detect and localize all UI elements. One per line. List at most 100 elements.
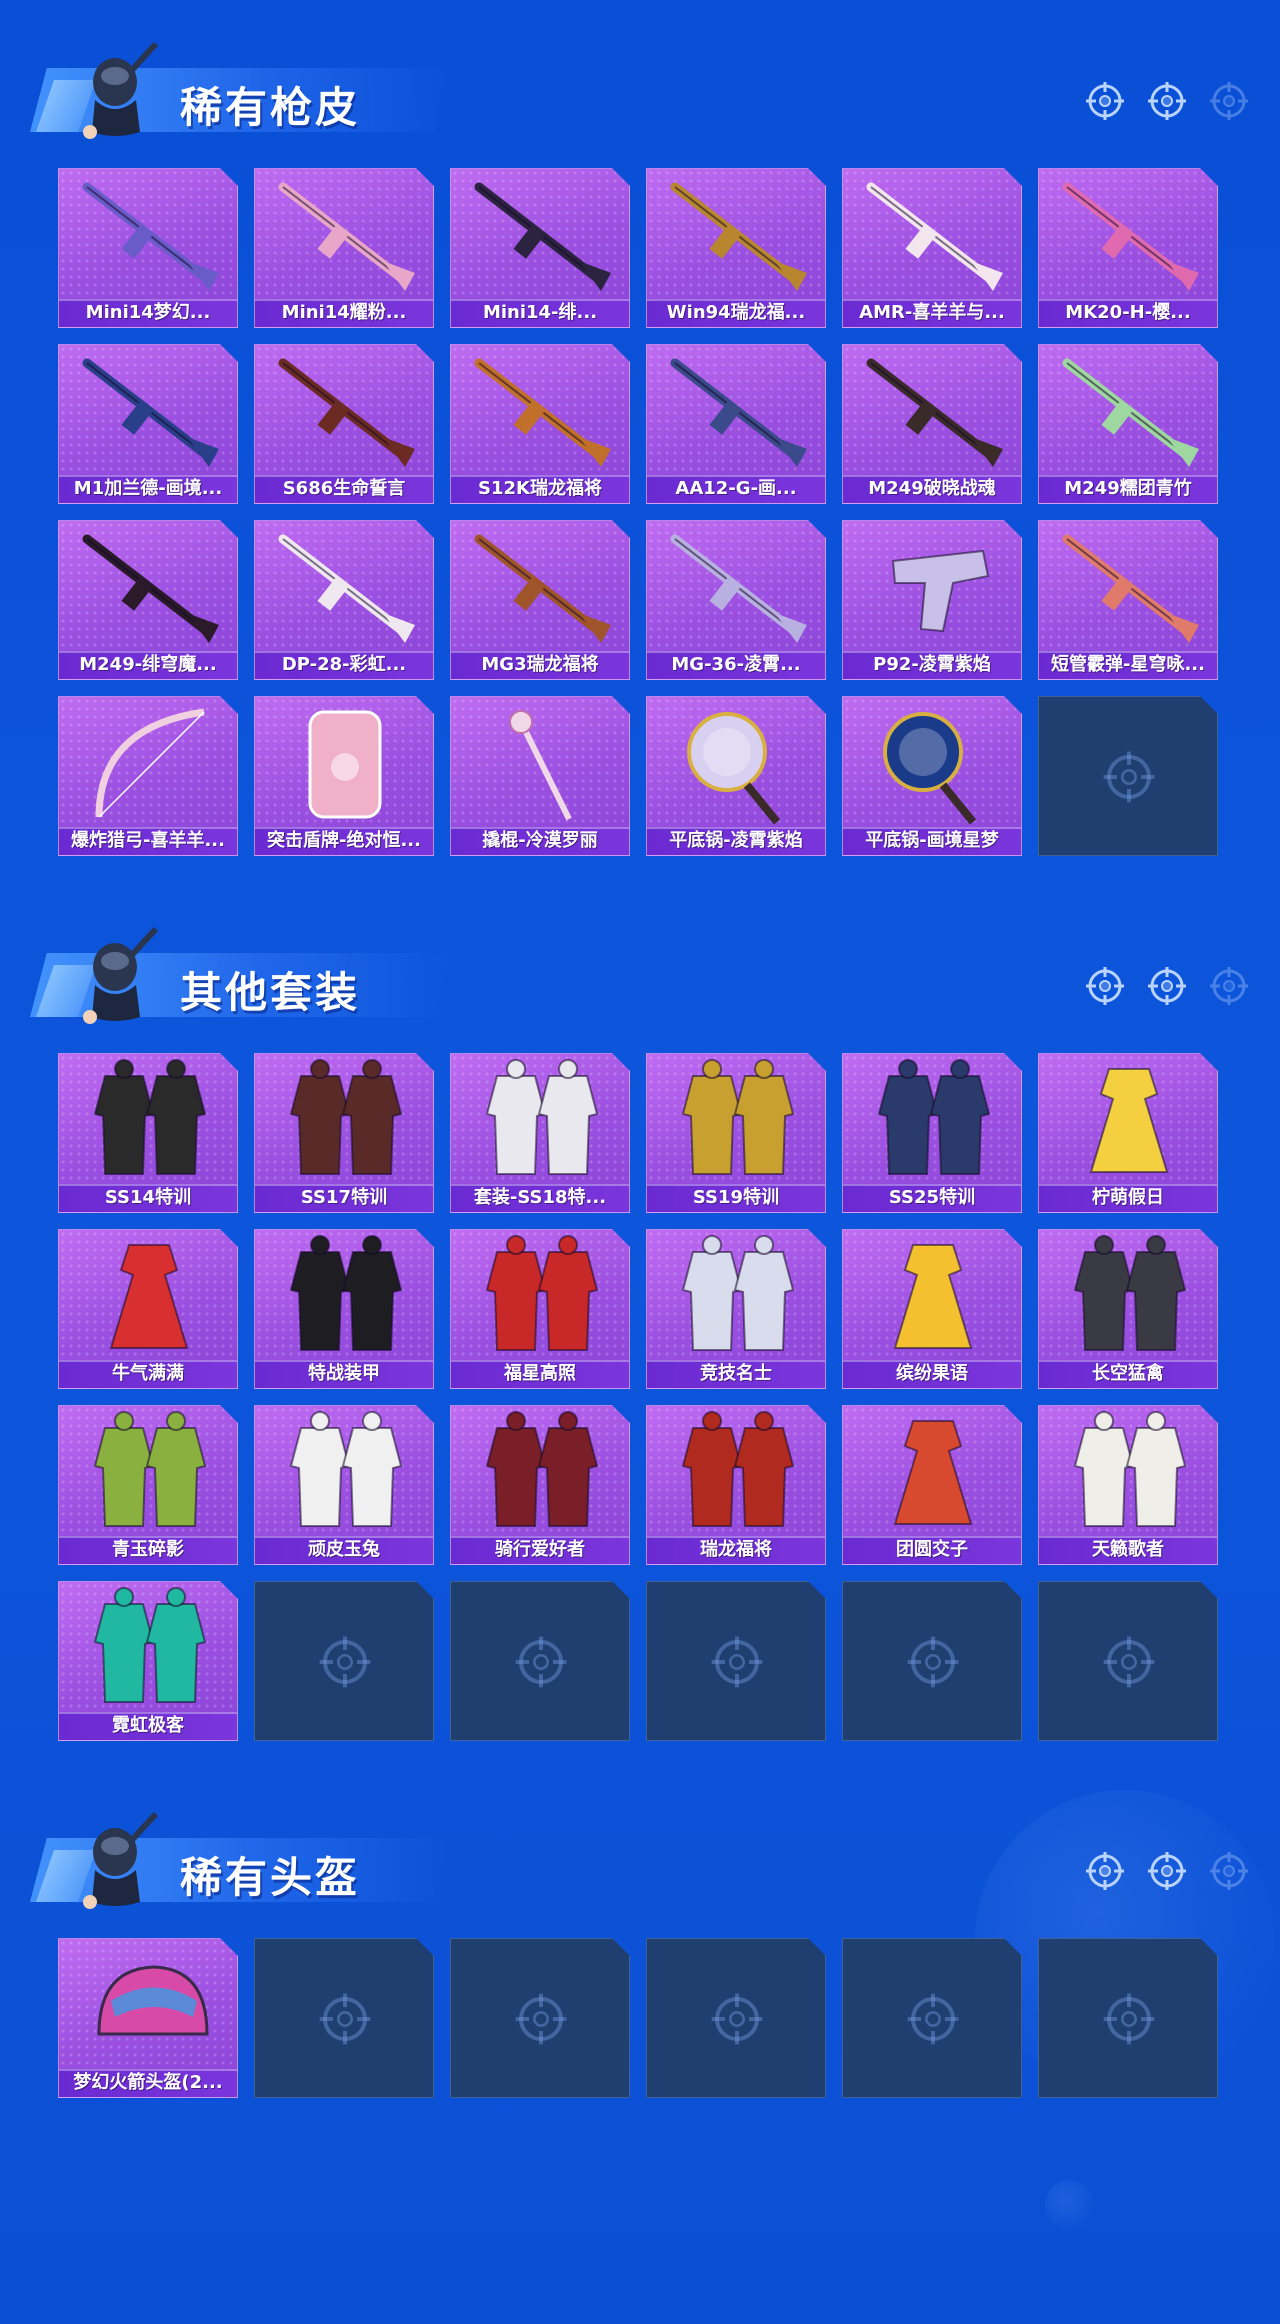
item-card[interactable]: 爆炸猎弓-喜羊羊... bbox=[58, 696, 238, 856]
item-card[interactable]: Mini14-绯... bbox=[450, 168, 630, 328]
item-card[interactable]: 牛气满满 bbox=[58, 1229, 238, 1389]
item-label: DP-28-彩虹... bbox=[255, 651, 433, 679]
item-grid: Mini14梦幻... Mini14耀粉... Mini14-绯... Win94瑞龙… bbox=[58, 168, 1218, 856]
crosshair-icon bbox=[513, 1634, 569, 1690]
item-card[interactable]: M249破晓战魂 bbox=[842, 344, 1022, 504]
item-card[interactable]: SS17特训 bbox=[254, 1053, 434, 1213]
empty-slot bbox=[1038, 696, 1218, 856]
section-other-outfits: 其他套装 SS14特训 SS17特训 套装-SS18特... SS19特训 SS25特训… bbox=[0, 925, 1280, 1785]
rifle-icon bbox=[451, 521, 630, 653]
crosshair-icon bbox=[317, 1991, 373, 2047]
item-card[interactable]: Mini14耀粉... bbox=[254, 168, 434, 328]
item-card[interactable]: M249糯团青竹 bbox=[1038, 344, 1218, 504]
item-card[interactable]: 缤纷果语 bbox=[842, 1229, 1022, 1389]
item-card[interactable]: DP-28-彩虹... bbox=[254, 520, 434, 680]
item-card[interactable]: M1加兰德-画境... bbox=[58, 344, 238, 504]
item-label: 团圆交子 bbox=[843, 1536, 1021, 1564]
rifle-icon bbox=[843, 345, 1022, 477]
item-card[interactable]: 撬棍-冷漠罗丽 bbox=[450, 696, 630, 856]
item-card[interactable]: SS19特训 bbox=[646, 1053, 826, 1213]
item-label: 天籁歌者 bbox=[1039, 1536, 1217, 1564]
shield-icon bbox=[255, 697, 434, 829]
section-header: 其他套装 bbox=[0, 925, 1280, 1045]
item-label: MG-36-凌霄... bbox=[647, 651, 825, 679]
item-card[interactable]: Win94瑞龙福... bbox=[646, 168, 826, 328]
staff-icon bbox=[451, 697, 630, 829]
item-card[interactable]: SS25特训 bbox=[842, 1053, 1022, 1213]
suit-icon bbox=[451, 1230, 630, 1362]
item-label: 竞技名士 bbox=[647, 1360, 825, 1388]
item-card[interactable]: 长空猛禽 bbox=[1038, 1229, 1218, 1389]
rifle-icon bbox=[647, 521, 826, 653]
bow-icon bbox=[59, 697, 238, 829]
item-card[interactable]: 霓虹极客 bbox=[58, 1581, 238, 1741]
item-card[interactable]: MK20-H-樱... bbox=[1038, 168, 1218, 328]
empty-slot bbox=[1038, 1581, 1218, 1741]
suit-icon bbox=[843, 1054, 1022, 1186]
dress-icon bbox=[843, 1406, 1022, 1538]
empty-slot bbox=[842, 1581, 1022, 1741]
item-card[interactable]: 特战装甲 bbox=[254, 1229, 434, 1389]
empty-slot bbox=[450, 1938, 630, 2098]
item-card[interactable]: 骑行爱好者 bbox=[450, 1405, 630, 1565]
section-rare-helmets: 稀有头盔 梦幻火箭头盔(2... bbox=[0, 1810, 1280, 2130]
mascot-icon bbox=[83, 926, 159, 1024]
item-label: M249糯团青竹 bbox=[1039, 475, 1217, 503]
item-card[interactable]: 梦幻火箭头盔(2... bbox=[58, 1938, 238, 2098]
crosshair-icon bbox=[1148, 967, 1186, 1005]
item-card[interactable]: 团圆交子 bbox=[842, 1405, 1022, 1565]
item-card[interactable]: 平底锅-凌霄紫焰 bbox=[646, 696, 826, 856]
item-card[interactable]: AA12-G-画... bbox=[646, 344, 826, 504]
suit-icon bbox=[1039, 1230, 1218, 1362]
pistol-icon bbox=[843, 521, 1022, 653]
item-card[interactable]: 平底锅-画境星梦 bbox=[842, 696, 1022, 856]
item-label: 缤纷果语 bbox=[843, 1360, 1021, 1388]
suit-icon bbox=[451, 1054, 630, 1186]
rifle-icon bbox=[255, 345, 434, 477]
suit-icon bbox=[647, 1054, 826, 1186]
item-label: SS17特训 bbox=[255, 1184, 433, 1212]
item-card[interactable]: AMR-喜羊羊与... bbox=[842, 168, 1022, 328]
crosshair-icon bbox=[1148, 82, 1186, 120]
item-card[interactable]: P92-凌霄紫焰 bbox=[842, 520, 1022, 680]
item-label: 霓虹极客 bbox=[59, 1712, 237, 1740]
item-card[interactable]: MG-36-凌霄... bbox=[646, 520, 826, 680]
item-card[interactable]: S686生命誓言 bbox=[254, 344, 434, 504]
rifle-icon bbox=[59, 345, 238, 477]
rifle-icon bbox=[59, 521, 238, 653]
item-card[interactable]: 天籁歌者 bbox=[1038, 1405, 1218, 1565]
item-card[interactable]: M249-绯穹魔... bbox=[58, 520, 238, 680]
helmet-icon bbox=[59, 1939, 238, 2071]
section-title: 其他套装 bbox=[180, 968, 361, 1017]
empty-slot bbox=[450, 1581, 630, 1741]
rifle-icon bbox=[1039, 169, 1218, 301]
item-label: 短管霰弹-星穹咏... bbox=[1039, 651, 1217, 679]
dress-icon bbox=[59, 1230, 238, 1362]
item-card[interactable]: MG3瑞龙福将 bbox=[450, 520, 630, 680]
item-card[interactable]: 柠萌假日 bbox=[1038, 1053, 1218, 1213]
item-card[interactable]: 顽皮玉兔 bbox=[254, 1405, 434, 1565]
item-label: 瑞龙福将 bbox=[647, 1536, 825, 1564]
item-card[interactable]: 青玉碎影 bbox=[58, 1405, 238, 1565]
item-card[interactable]: 竞技名士 bbox=[646, 1229, 826, 1389]
item-label: M249破晓战魂 bbox=[843, 475, 1021, 503]
crosshair-icon bbox=[709, 1634, 765, 1690]
item-card[interactable]: 套装-SS18特... bbox=[450, 1053, 630, 1213]
empty-slot bbox=[254, 1938, 434, 2098]
section-header: 稀有头盔 bbox=[0, 1810, 1280, 1930]
item-card[interactable]: Mini14梦幻... bbox=[58, 168, 238, 328]
header-crosshairs bbox=[1084, 1850, 1250, 1892]
item-card[interactable]: 福星高照 bbox=[450, 1229, 630, 1389]
rifle-icon bbox=[647, 169, 826, 301]
item-label: 顽皮玉兔 bbox=[255, 1536, 433, 1564]
rifle-icon bbox=[255, 521, 434, 653]
suit-icon bbox=[255, 1230, 434, 1362]
item-card[interactable]: 短管霰弹-星穹咏... bbox=[1038, 520, 1218, 680]
section-title: 稀有枪皮 bbox=[180, 83, 361, 132]
item-card[interactable]: S12K瑞龙福将 bbox=[450, 344, 630, 504]
item-card[interactable]: SS14特训 bbox=[58, 1053, 238, 1213]
item-label: AMR-喜羊羊与... bbox=[843, 299, 1021, 327]
item-card[interactable]: 瑞龙福将 bbox=[646, 1405, 826, 1565]
item-label: 福星高照 bbox=[451, 1360, 629, 1388]
item-card[interactable]: 突击盾牌-绝对恒... bbox=[254, 696, 434, 856]
